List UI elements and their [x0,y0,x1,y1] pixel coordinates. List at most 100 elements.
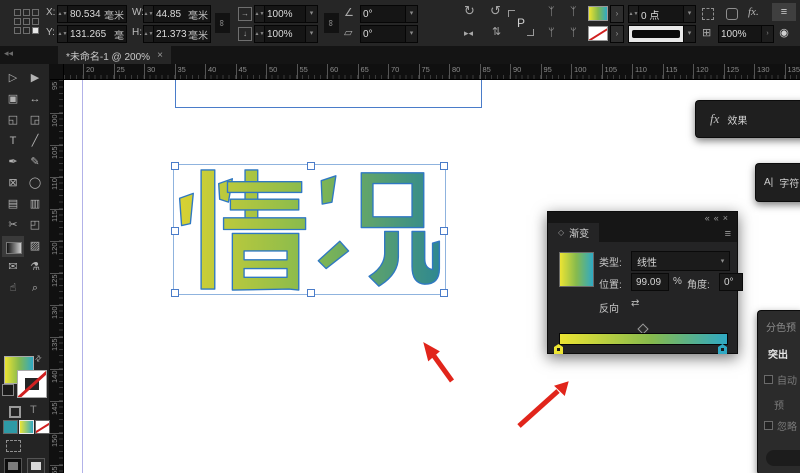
dropdown-caret-icon[interactable]: ▾ [405,6,417,22]
tool-button[interactable]: ▨ [24,236,46,257]
gradient-thumbnail-swatch[interactable] [559,252,594,287]
close-tab-icon[interactable]: × [157,50,163,61]
w-field[interactable]: ▲▼ 44.85 毫米 [143,5,211,23]
fill-swatch[interactable] [588,6,608,21]
stroke-swatch[interactable] [588,26,608,41]
effects-panel-button[interactable]: fx 效果 [695,100,800,138]
select-previous-icon[interactable]: ᛉ [570,5,577,19]
stepper-icon[interactable]: ▲▼ [58,6,68,22]
constrain-dimensions-chain-icon[interactable]: ∞ [215,13,230,33]
tool-button[interactable]: ✉ [2,257,24,278]
tool-button[interactable]: ◰ [24,215,46,236]
stepper-icon[interactable]: ▲▼ [255,6,265,22]
formatting-affects-text-icon[interactable]: T [30,404,37,416]
gradient-stop-start[interactable] [554,344,563,354]
select-content-icon[interactable]: ᛘ [548,26,555,40]
shear-angle-field[interactable]: 0° ▾ [360,25,418,43]
dropdown-caret-icon[interactable]: ▾ [305,6,317,22]
tool-button[interactable]: ▷ [2,68,24,89]
normal-view-button[interactable] [4,458,22,473]
tool-button[interactable]: ✂ [2,215,24,236]
tool-button[interactable]: ▥ [24,194,46,215]
apply-color-button[interactable] [3,420,18,434]
apply-none-button[interactable] [35,420,50,434]
tool-button[interactable]: ▶ [24,68,46,89]
gradient-text-artwork[interactable] [176,167,443,292]
dropdown-caret-icon[interactable]: ▾ [683,26,695,42]
gradient-panel-tab[interactable]: ◇ 渐变 [548,223,600,242]
x-field[interactable]: ▲▼ 80.534 毫米 [57,5,127,23]
tool-button[interactable]: ▣ [2,89,24,110]
rotation-angle-field[interactable]: 0° ▾ [360,5,418,23]
y-field[interactable]: ▲▼ 131.265 毫 [57,25,127,43]
select-next-icon[interactable]: ᛘ [570,26,577,40]
gradient-type-dropdown[interactable]: 线性 ▾ [631,251,730,271]
margin-guide-line[interactable] [82,80,83,473]
h-field[interactable]: ▲▼ 21.373 毫米 [143,25,211,43]
fill-more-button[interactable]: › [610,5,624,23]
stepper-icon[interactable]: ▲▼ [255,26,265,42]
position-field[interactable]: 99.09 [631,273,669,291]
panel-menu-icon[interactable]: ≡ [725,228,731,240]
tool-button[interactable]: ↔ [24,89,46,110]
tool-button[interactable]: ☝ [2,278,24,299]
horizontal-ruler[interactable]: 20 25 30 35 40 45 50 55 60 65 70 75 80 85 90 95 100 105 11… [64,64,800,80]
reference-point-p-icon[interactable]: P [508,10,534,36]
document-tab[interactable]: *未命名-1 @ 200% × [58,46,171,64]
stepper-icon[interactable]: ▲▼ [629,6,639,22]
effects-fx-button[interactable]: fx. [748,6,759,18]
preview-view-button[interactable] [27,458,45,473]
formatting-affects-container-icon[interactable] [9,406,21,418]
reverse-gradient-icon[interactable]: ⇄ [631,298,639,309]
opacity-field[interactable]: 100% › [718,25,774,43]
stroke-more-button[interactable]: › [610,25,624,43]
gradient-stop-end[interactable] [718,344,727,354]
tool-button[interactable]: ▤ [2,194,24,215]
stepper-icon[interactable]: ▲▼ [58,26,68,42]
flip-vertical-button[interactable]: ⇅ [492,25,501,39]
flip-horizontal-button[interactable]: ▸◂ [464,26,473,40]
reference-point-proxy[interactable] [14,9,41,36]
corner-shape-icon[interactable] [726,8,738,20]
tool-button[interactable]: ⊠ [2,173,24,194]
tool-button[interactable]: ◲ [24,110,46,131]
vertical-ruler[interactable]: 95 100 105 110 115 120 125 130 135 140 145 150 155 [50,80,64,473]
tool-button[interactable]: ◱ [2,110,24,131]
apply-gradient-button[interactable] [19,420,34,434]
stroke-weight-field[interactable]: ▲▼ 0 点 ▾ [628,5,696,23]
dropdown-caret-icon[interactable]: ▾ [305,26,317,42]
gradient-ramp[interactable] [559,333,728,345]
tool-button[interactable] [2,236,24,257]
default-fill-stroke-icon[interactable] [2,384,14,396]
tool-button[interactable]: ⚗ [24,257,46,278]
corner-options-icon[interactable] [702,8,714,20]
checkbox[interactable] [764,375,773,384]
collapse-panel-icon[interactable]: «« [705,213,723,223]
tool-button[interactable]: ✒ [2,152,24,173]
character-panel-button[interactable]: A| 字符 [755,163,800,202]
tool-button[interactable]: ╱ [24,131,46,152]
dropdown-caret-icon[interactable]: ▾ [683,6,695,22]
swap-fill-stroke-icon[interactable]: ⇄ [33,353,44,364]
angle-field[interactable]: 0° [719,273,743,291]
stepper-icon[interactable]: ▲▼ [144,6,154,22]
panel-button[interactable] [766,450,800,466]
rotate-ccw-button[interactable]: ↺ [490,4,501,18]
ruler-origin-corner[interactable] [50,64,64,80]
stroke-style-dropdown[interactable]: ▾ [628,25,696,43]
tool-button[interactable]: T [2,131,24,152]
empty-text-frame[interactable] [175,80,482,108]
scale-x-field[interactable]: ▲▼ 100% ▾ [254,5,318,23]
screen-mode-button[interactable]: ◉ [772,24,796,42]
close-panel-icon[interactable]: × [723,213,732,223]
tool-button[interactable]: ◯ [24,173,46,194]
checkbox[interactable] [764,421,773,430]
scale-y-field[interactable]: ▲▼ 100% ▾ [254,25,318,43]
frame-edges-icon[interactable] [6,440,21,452]
select-container-icon[interactable]: ᛉ [548,5,555,19]
control-panel-menu-button[interactable]: ≡ [772,3,796,21]
tab-scroll-left-icon[interactable]: ◂◂ [4,48,13,59]
stepper-icon[interactable]: ▲▼ [144,26,154,42]
rotate-cw-button[interactable]: ↻ [464,4,475,18]
tool-button[interactable]: ⌕ [24,278,46,299]
